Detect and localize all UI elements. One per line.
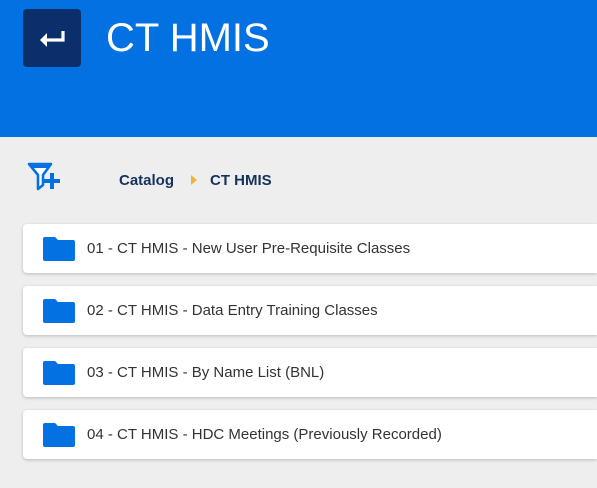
filter-add-icon: [27, 162, 60, 191]
catalog-list: 01 - CT HMIS - New User Pre-Requisite Cl…: [23, 224, 597, 472]
app-header: CT HMIS: [0, 0, 597, 137]
catalog-item-label: 04 - CT HMIS - HDC Meetings (Previously …: [87, 426, 442, 443]
filter-button[interactable]: [27, 161, 63, 197]
folder-icon: [43, 360, 75, 385]
catalog-item-03[interactable]: 03 - CT HMIS - By Name List (BNL): [23, 348, 597, 397]
page-title: CT HMIS: [106, 16, 270, 60]
breadcrumb-catalog-link[interactable]: Catalog: [119, 172, 174, 189]
catalog-item-label: 01 - CT HMIS - New User Pre-Requisite Cl…: [87, 240, 411, 257]
catalog-item-label: 02 - CT HMIS - Data Entry Training Class…: [87, 302, 378, 319]
folder-icon: [43, 298, 75, 323]
back-arrow-icon: [40, 31, 65, 47]
catalog-item-02[interactable]: 02 - CT HMIS - Data Entry Training Class…: [23, 286, 597, 335]
breadcrumb: Catalog CT HMIS: [119, 170, 272, 190]
catalog-item-label: 03 - CT HMIS - By Name List (BNL): [87, 364, 325, 381]
breadcrumb-current: CT HMIS: [210, 171, 272, 189]
back-button[interactable]: [23, 9, 81, 67]
breadcrumb-separator-icon: [191, 175, 198, 185]
catalog-item-04[interactable]: 04 - CT HMIS - HDC Meetings (Previously …: [23, 410, 597, 459]
folder-icon: [43, 236, 75, 261]
catalog-item-01[interactable]: 01 - CT HMIS - New User Pre-Requisite Cl…: [23, 224, 597, 273]
folder-icon: [43, 422, 75, 447]
